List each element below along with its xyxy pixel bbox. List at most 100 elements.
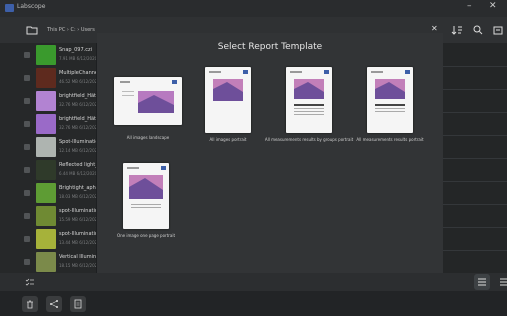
preview-image: [371, 70, 410, 112]
checkbox[interactable]: [24, 75, 30, 81]
list-item[interactable]: brightfield_Hätwe 32.76 MB 6/12/2020: [0, 90, 96, 112]
checkbox[interactable]: [24, 98, 30, 104]
list-item[interactable]: spot-Illumination 13.44 MB 6/12/2020: [0, 228, 96, 250]
folder-button[interactable]: [20, 21, 44, 38]
file-meta: 18.15 MB 6/12/2020: [59, 263, 96, 268]
breadcrumb[interactable]: This PC › C: › Users: [47, 27, 95, 33]
export-icon: [493, 26, 503, 34]
thumbnail: [36, 206, 56, 226]
file-name: MultipleChannels: [59, 70, 96, 76]
export-button[interactable]: [486, 21, 507, 38]
list-item[interactable]: Brightight_aphid_t 18.03 MB 6/12/2020: [0, 182, 96, 204]
grid-view-button[interactable]: [496, 274, 507, 290]
file-meta: 13.44 MB 6/12/2020: [59, 240, 96, 245]
file-name: Reflected light_b: [59, 162, 96, 168]
preview-image: [290, 70, 329, 115]
app-icon: [5, 4, 14, 12]
divider: [443, 66, 507, 67]
grid-view-icon: [500, 278, 507, 286]
select-all-button[interactable]: [22, 274, 38, 290]
right-pane: [443, 43, 507, 273]
list-item[interactable]: brightfield_Hätwe 32.76 MB 6/12/2020: [0, 113, 96, 135]
checkbox[interactable]: [24, 213, 30, 219]
divider: [443, 227, 507, 228]
preview-image: [127, 166, 166, 208]
divider: [443, 112, 507, 113]
checkbox[interactable]: [24, 259, 30, 265]
preview-image: [209, 70, 248, 101]
file-meta: 32.76 MB 6/12/2020: [59, 102, 96, 107]
template-label: All measurements results portrait: [356, 137, 424, 142]
list-view-button[interactable]: [474, 274, 490, 290]
checkbox[interactable]: [24, 121, 30, 127]
dialog-title: Select Report Template: [217, 42, 323, 52]
list-item[interactable]: Vertical Illuminati 18.15 MB 6/12/2020: [0, 251, 96, 273]
list-item[interactable]: MultipleChannels 46.52 MB 6/12/2020: [0, 67, 96, 89]
checkbox[interactable]: [24, 190, 30, 196]
template-label: All images portrait: [209, 137, 247, 142]
thumbnail: [36, 91, 56, 111]
divider: [443, 250, 507, 251]
thumbnail: [36, 183, 56, 203]
list-item[interactable]: Reflected light_b 6.44 MB 6/12/2020: [0, 159, 96, 181]
trash-icon: [27, 300, 33, 309]
thumbnail: [36, 68, 56, 88]
share-icon: [50, 300, 58, 308]
file-meta: 18.03 MB 6/12/2020: [59, 194, 96, 199]
list-item[interactable]: Spot-Illumination 12.14 MB 6/12/2020: [0, 136, 96, 158]
checklist-icon: [25, 278, 34, 286]
file-name: Spot-Illumination: [59, 139, 96, 145]
divider: [443, 89, 507, 90]
file-meta: 15.59 MB 6/12/2020: [59, 217, 96, 222]
report-button[interactable]: [70, 296, 86, 312]
template-label: All measurements results by groups portr…: [264, 137, 354, 142]
thumbnail: [36, 160, 56, 180]
checkbox[interactable]: [24, 144, 30, 150]
list-item[interactable]: spot-Illumination 15.59 MB 6/12/2020: [0, 205, 96, 227]
folder-icon: [26, 26, 38, 34]
report-template-dialog: ✕ Select Report Template All images land…: [97, 24, 443, 291]
file-name: Vertical Illuminati: [59, 254, 96, 260]
template-preview: [114, 77, 182, 125]
title-bar: Labscope – ✕: [0, 0, 507, 17]
file-name: spot-Illumination: [59, 231, 96, 237]
file-meta: 7.91 MB 6/12/2020: [59, 56, 96, 61]
file-meta: 12.14 MB 6/12/2020: [59, 148, 96, 153]
sort-icon: [451, 25, 462, 35]
file-name: Snap_097.czi: [59, 47, 92, 53]
thumbnail: [36, 45, 56, 65]
file-name: brightfield_Hätwe: [59, 93, 96, 99]
thumbnail: [36, 137, 56, 157]
dialog-close-button[interactable]: ✕: [431, 24, 438, 33]
minimize-button[interactable]: –: [467, 1, 472, 11]
checkbox[interactable]: [24, 52, 30, 58]
bottom-bar: [0, 273, 507, 291]
file-meta: 32.76 MB 6/12/2020: [59, 125, 96, 130]
file-name: spot-Illumination: [59, 208, 96, 214]
divider: [443, 158, 507, 159]
divider: [443, 181, 507, 182]
preview-image: [120, 80, 177, 113]
template-card[interactable]: All images landscape: [114, 77, 188, 157]
checkbox[interactable]: [24, 236, 30, 242]
thumbnail: [36, 252, 56, 272]
file-list: Snap_097.czi 7.91 MB 6/12/2020 MultipleCh…: [0, 43, 96, 273]
delete-button[interactable]: [22, 296, 38, 312]
template-preview: [205, 67, 251, 133]
divider: [443, 204, 507, 205]
checkbox[interactable]: [24, 167, 30, 173]
window-close-button[interactable]: ✕: [489, 1, 497, 11]
share-button[interactable]: [46, 296, 62, 312]
app-title: Labscope: [17, 3, 46, 10]
footer-bar: [0, 291, 507, 316]
template-preview: [286, 67, 332, 133]
file-meta: 6.44 MB 6/12/2020: [59, 171, 96, 176]
file-meta: 46.52 MB 6/12/2020: [59, 79, 96, 84]
template-label: One image one page portrait: [116, 233, 176, 238]
file-name: brightfield_Hätwe: [59, 116, 96, 122]
divider: [443, 135, 507, 136]
list-item[interactable]: Snap_097.czi 7.91 MB 6/12/2020: [0, 44, 96, 66]
refresh-search-icon: [473, 25, 483, 34]
template-preview: [367, 67, 413, 133]
thumbnail: [36, 114, 56, 134]
